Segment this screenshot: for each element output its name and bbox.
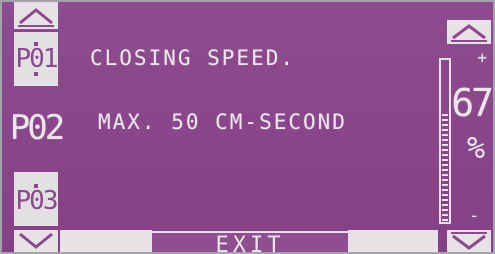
chevron-up-icon <box>18 7 54 27</box>
program-item-p03[interactable]: P03 <box>14 172 58 226</box>
program-item-p01[interactable]: P01 <box>14 32 58 86</box>
program-item-p02[interactable]: P02 <box>10 101 65 155</box>
level-up-button[interactable] <box>447 20 491 44</box>
plus-label: + <box>477 48 487 67</box>
program-column: P01 P02 P03 <box>2 2 76 252</box>
program-label: P01 <box>15 44 59 74</box>
indicator-dot <box>34 72 38 76</box>
level-unit: % <box>466 131 485 166</box>
level-value: 67 <box>451 81 493 125</box>
message-line-1: CLOSING SPEED. <box>90 46 296 70</box>
bottom-strip-right <box>348 230 438 252</box>
program-label: P03 <box>15 186 59 216</box>
level-down-button[interactable] <box>447 230 491 252</box>
chevron-up-icon <box>451 24 487 42</box>
level-gauge-fill <box>442 114 448 221</box>
message-line-2: MAX. 50 CM-SECOND <box>98 110 347 134</box>
chevron-down-icon <box>19 232 53 249</box>
exit-label: EXIT <box>215 232 285 253</box>
lcd-screen: P01 P02 P03 CLOSING SPEED. MAX. 50 CM-SE… <box>2 2 493 252</box>
level-column: + 67 % - <box>433 2 493 252</box>
exit-button[interactable]: EXIT <box>152 231 348 252</box>
program-label: P02 <box>9 108 65 148</box>
level-gauge[interactable] <box>439 58 451 224</box>
program-up-button[interactable] <box>14 2 58 29</box>
program-down-button[interactable] <box>14 230 58 252</box>
chevron-down-icon <box>451 232 487 250</box>
minus-label: - <box>469 206 479 225</box>
